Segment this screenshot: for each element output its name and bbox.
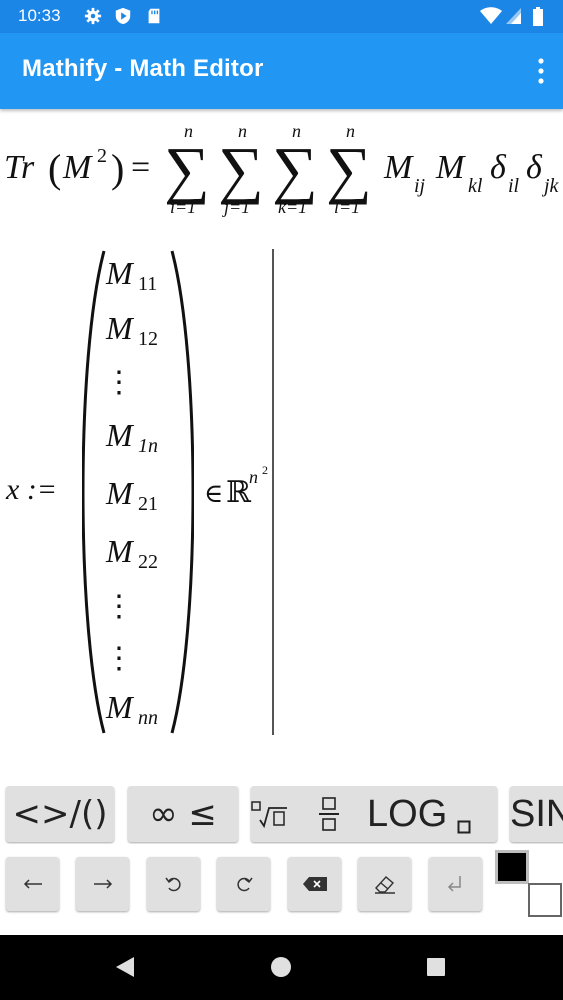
set-exponent-base: n: [249, 467, 258, 487]
sum-lower-2: j=1: [224, 197, 251, 217]
app-title: Mathify - Math Editor: [22, 55, 264, 82]
app-bar: Mathify - Math Editor: [0, 33, 563, 109]
vector-entry-6-base: M: [106, 533, 133, 569]
term-4-base: δ: [526, 149, 542, 186]
text-cursor: [272, 249, 274, 735]
element-of-symbol: ∈: [204, 479, 224, 508]
background-color-swatch[interactable]: [528, 883, 562, 917]
fraction-icon: [319, 797, 339, 831]
home-icon[interactable]: [270, 956, 292, 978]
vector-entry-1-base: M: [106, 255, 133, 291]
recents-icon[interactable]: [426, 957, 446, 977]
equals-sign: =: [131, 149, 151, 186]
vector-entry-5-sub: 21: [138, 493, 158, 515]
sum-symbol-1: ∑: [164, 134, 210, 205]
keyboard-category-row: <>/() ∞ ≤ LOG SIN: [0, 786, 563, 844]
system-nav-bar: [0, 935, 563, 1000]
status-time: 10:33: [18, 6, 61, 25]
tab-brackets-label: <>/(): [12, 794, 108, 834]
settings-gear-icon: [84, 7, 102, 25]
trace-lhs-name: Tr: [4, 149, 35, 186]
term-2-base: M: [436, 149, 465, 186]
vector-lhs: x :=: [6, 473, 58, 506]
signal-icon: [506, 8, 521, 24]
term-4-sub: jk: [544, 175, 559, 197]
enter-icon: [447, 876, 461, 892]
tab-brackets[interactable]: <>/(): [6, 786, 114, 842]
sqrt-fraction-icon: [251, 801, 287, 829]
vector-brackets: [82, 250, 194, 734]
foreground-color-swatch[interactable]: [495, 850, 529, 884]
vector-entry-2-base: M: [106, 310, 133, 346]
log-base-placeholder-icon: [457, 820, 471, 834]
status-bar: 10:33: [0, 0, 563, 33]
tab-symbols[interactable]: ∞ ≤: [128, 786, 238, 842]
back-icon[interactable]: [114, 955, 136, 979]
backspace-button[interactable]: [288, 857, 341, 911]
term-3-sub: il: [508, 175, 520, 197]
right-arrow-button[interactable]: [76, 857, 129, 911]
left-arrow-icon: [23, 879, 42, 889]
tab-log-label: LOG: [367, 793, 448, 835]
vector-entry-1-sub: 11: [138, 273, 158, 295]
clear-button[interactable]: [358, 857, 411, 911]
tab-trig-label: SIN: [510, 793, 563, 835]
real-numbers-symbol: ℝ: [226, 476, 251, 509]
sum-symbol-2: ∑: [218, 134, 264, 205]
redo-button[interactable]: [217, 857, 270, 911]
vector-entry-9-sub: nn: [138, 707, 158, 729]
term-1-sub: ij: [414, 175, 426, 197]
term-2-sub: kl: [468, 175, 483, 197]
sum-lower-4: l=1: [334, 197, 361, 217]
backspace-icon: [302, 877, 327, 891]
set-exponent-exp: 2: [262, 463, 268, 477]
redo-icon: [236, 877, 253, 892]
vector-entry-7-vdots: ⋮: [104, 590, 134, 623]
term-3-base: δ: [490, 149, 506, 186]
trace-lhs-exp: 2: [97, 145, 107, 167]
vector-entry-4-sub: 1n: [138, 435, 158, 457]
sd-card-icon: [148, 8, 160, 24]
left-arrow-button[interactable]: [6, 857, 59, 911]
eraser-icon: [374, 876, 395, 894]
right-paren: ): [111, 146, 125, 191]
vector-entry-5-base: M: [106, 475, 133, 511]
right-arrow-icon: [93, 879, 112, 889]
vector-entry-3-vdots: ⋮: [104, 366, 134, 399]
vector-entry-6-sub: 22: [138, 551, 158, 573]
vector-entry-4-base: M: [106, 417, 133, 453]
math-editor-canvas[interactable]: Tr ( M 2 ) = n ∑ i=1 n ∑ j=1 n ∑ k=1 n ∑…: [0, 109, 563, 779]
vector-entry-8-vdots: ⋮: [104, 642, 134, 675]
overflow-menu-icon[interactable]: [537, 57, 545, 85]
sum-lower-3: k=1: [278, 197, 308, 217]
shield-play-icon: [115, 7, 131, 25]
left-paren: (: [48, 146, 62, 191]
tab-trig[interactable]: SIN: [510, 786, 563, 842]
trace-lhs-arg: M: [63, 149, 92, 186]
sum-symbol-3: ∑: [272, 134, 318, 205]
term-1-base: M: [384, 149, 413, 186]
wifi-icon: [480, 7, 502, 24]
undo-button[interactable]: [147, 857, 200, 911]
tab-symbols-label: ∞ ≤: [149, 794, 217, 834]
vector-entry-2-sub: 12: [138, 328, 158, 350]
undo-icon: [164, 877, 181, 892]
battery-icon: [533, 7, 543, 26]
tab-functions[interactable]: LOG: [251, 786, 497, 842]
sum-lower-1: i=1: [170, 197, 197, 217]
sum-symbol-4: ∑: [326, 134, 372, 205]
vector-entry-9-base: M: [106, 689, 133, 725]
enter-button[interactable]: [429, 857, 482, 911]
